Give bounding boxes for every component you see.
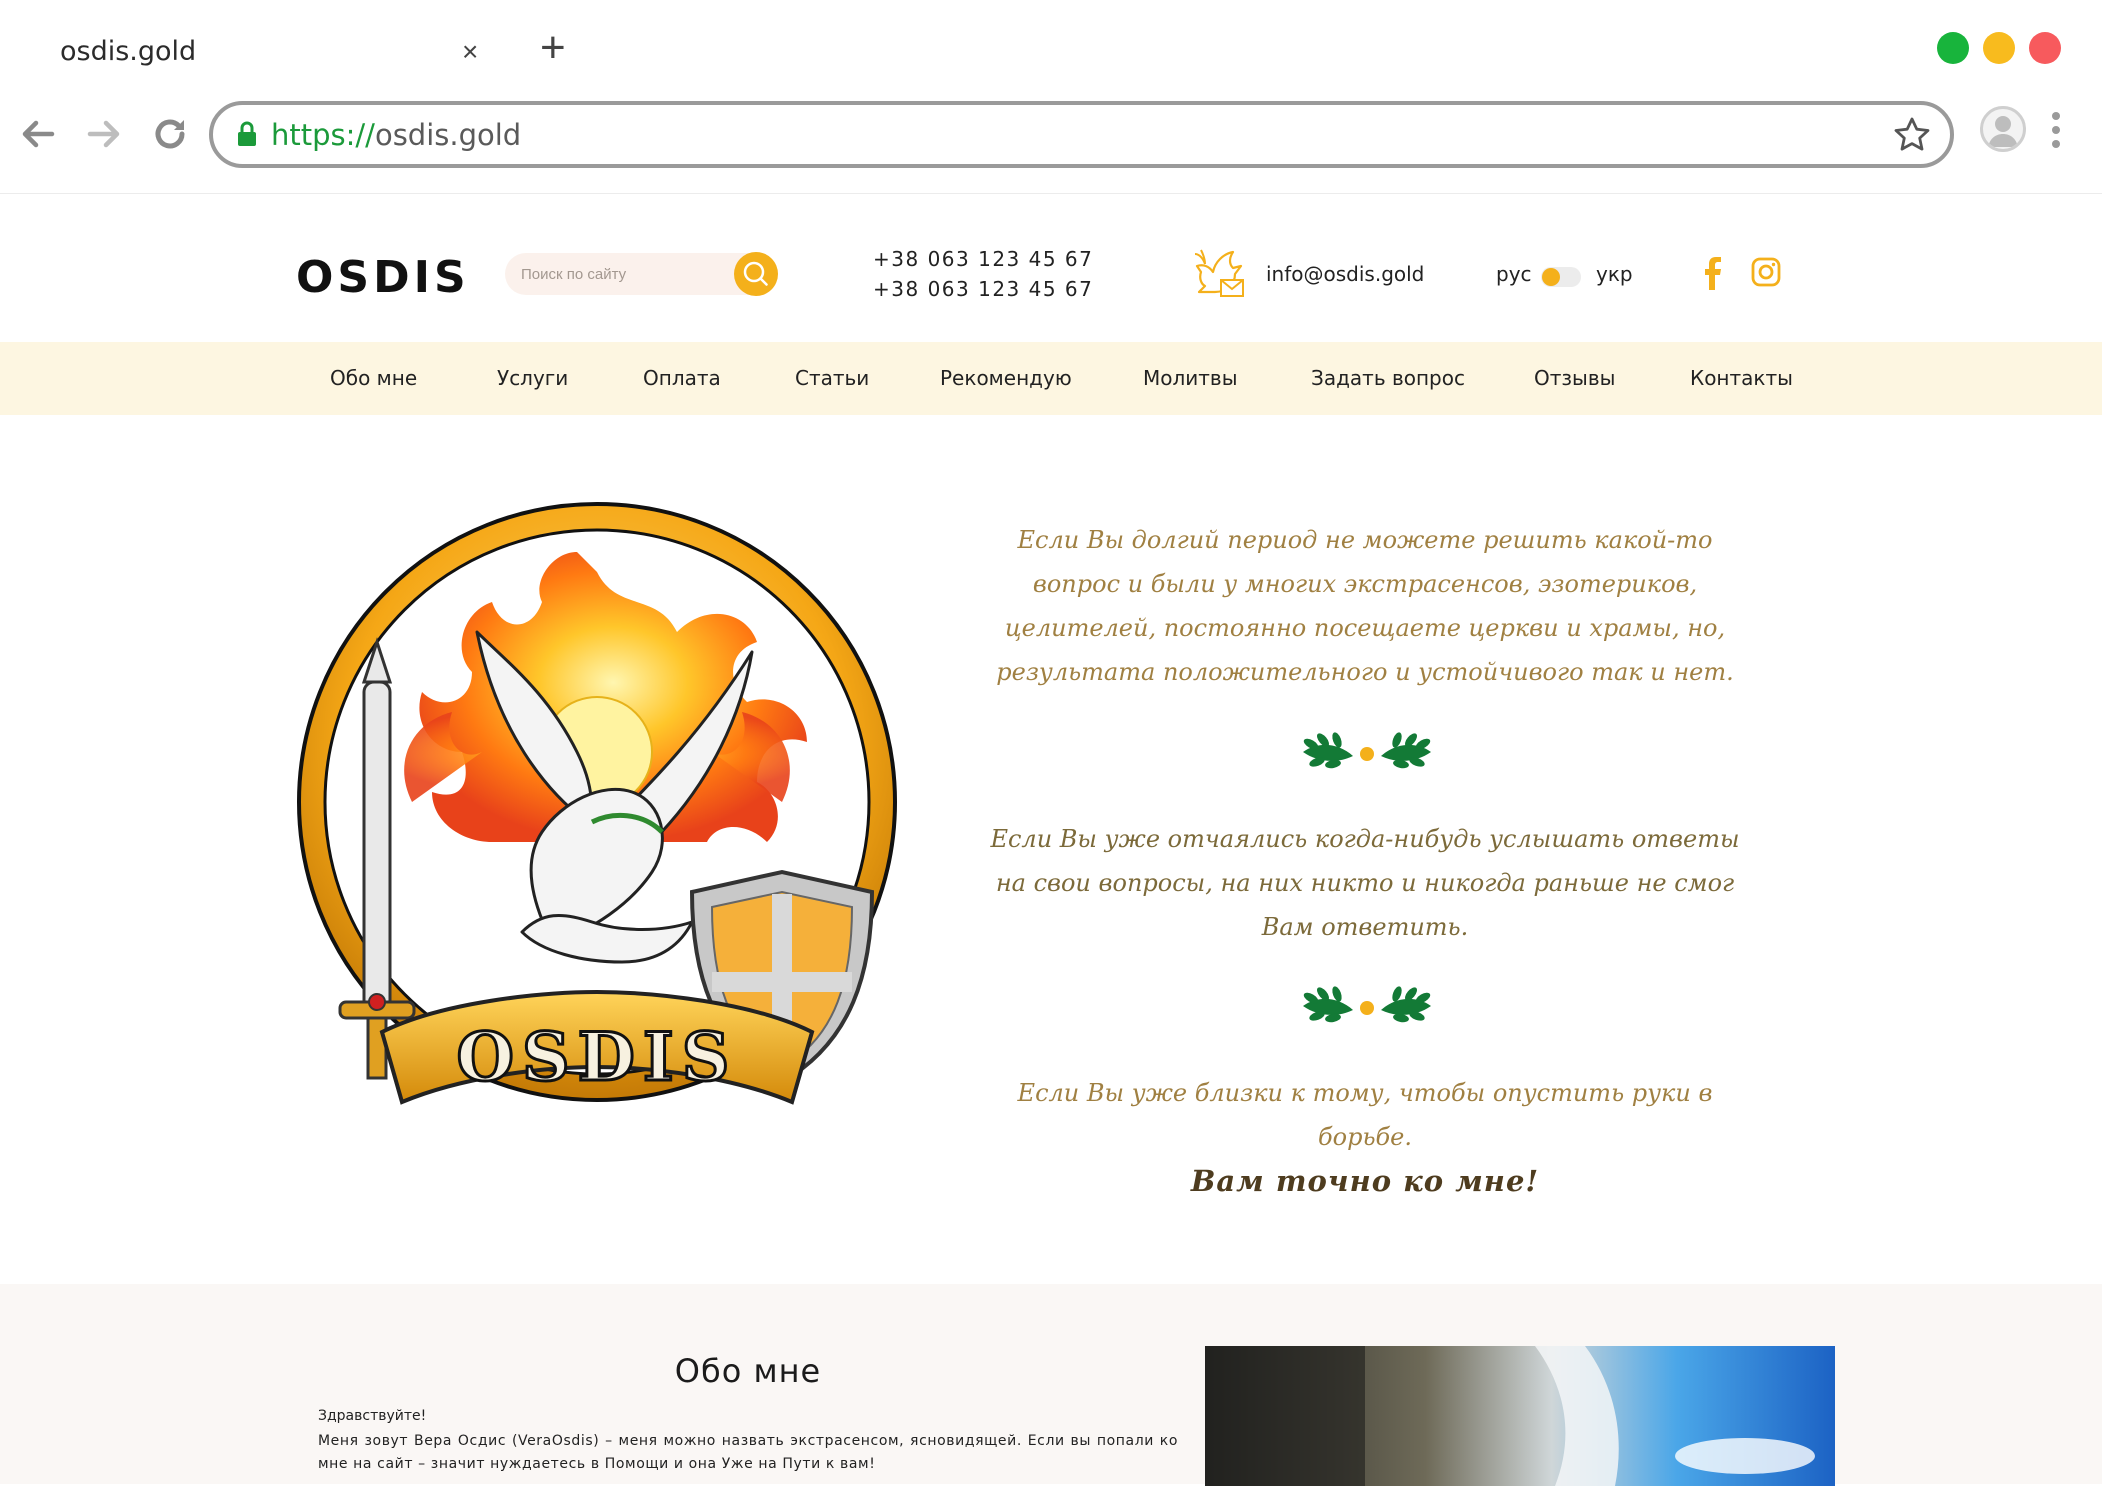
hero-paragraph-1: Если Вы долгий период не можете решить к…: [996, 526, 1734, 686]
hero-call-to-action: Вам точно ко мне!: [1190, 1164, 1540, 1198]
dove-mail-icon: [1194, 249, 1244, 297]
url-host: osdis.gold: [374, 118, 522, 152]
hero-paragraph-2: Если Вы уже отчаялись когда-нибудь услыш…: [990, 825, 1740, 941]
menu-item-reviews[interactable]: Отзывы: [1534, 366, 1615, 390]
profile-avatar-icon[interactable]: [1980, 106, 2026, 152]
window-close-button[interactable]: [2029, 32, 2061, 64]
phone-link[interactable]: +38 063 123 45 67: [873, 274, 1093, 304]
phone-link[interactable]: +38 063 123 45 67: [873, 244, 1093, 274]
menu-item-recommend[interactable]: Рекомендую: [940, 366, 1072, 390]
main-menu: Обо мне Услуги Оплата Статьи Рекомендую …: [0, 342, 2102, 415]
search-icon: [743, 261, 768, 286]
menu-item-about[interactable]: Обо мне: [330, 366, 417, 390]
url-protocol: https://: [271, 118, 375, 152]
lang-ru[interactable]: рус: [1496, 262, 1532, 286]
site-logo[interactable]: OSDIS: [296, 252, 470, 303]
tab-title[interactable]: osdis.gold: [60, 36, 196, 67]
lock-icon: [238, 121, 256, 146]
menu-item-prayers[interactable]: Молитвы: [1143, 366, 1238, 390]
instagram-icon[interactable]: [1750, 256, 1782, 288]
bookmark-star-icon[interactable]: [1892, 115, 1932, 155]
osdis-emblem: OSDIS: [297, 502, 897, 1105]
lang-uk[interactable]: укр: [1596, 262, 1633, 286]
about-greeting: Здравствуйте!: [318, 1408, 427, 1424]
menu-item-articles[interactable]: Статьи: [795, 366, 869, 390]
window-maximize-button[interactable]: [1937, 32, 1969, 64]
laurel-divider-icon: [1303, 732, 1431, 769]
hero-paragraph-3: Если Вы уже близки к тому, чтобы опустит…: [1017, 1079, 1713, 1151]
menu-item-payment[interactable]: Оплата: [643, 366, 721, 390]
email-link[interactable]: info@osdis.gold: [1266, 262, 1424, 286]
forward-arrow-icon[interactable]: [82, 112, 126, 156]
toggle-knob: [1542, 268, 1560, 286]
browser-menu-icon[interactable]: [2050, 112, 2062, 154]
search-button[interactable]: [734, 252, 778, 296]
about-title: Обо мне: [674, 1352, 822, 1390]
menu-item-services[interactable]: Услуги: [497, 366, 568, 390]
back-arrow-icon[interactable]: [16, 112, 60, 156]
browser-chrome: osdis.gold × + https://osdis.gold: [0, 0, 2102, 194]
reload-icon[interactable]: [148, 112, 192, 156]
phone-numbers: +38 063 123 45 67 +38 063 123 45 67: [873, 244, 1093, 304]
about-section: Обо мне Здравствуйте! Меня зовут Вера Ос…: [0, 1284, 2102, 1486]
about-photo: [1205, 1346, 1835, 1486]
facebook-icon[interactable]: [1700, 256, 1724, 290]
emblem-banner-text: OSDIS: [457, 1018, 738, 1096]
new-tab-button[interactable]: +: [540, 26, 566, 70]
about-text: Меня зовут Вера Осдис (VeraOsdis) – меня…: [318, 1433, 1178, 1472]
menu-item-contacts[interactable]: Контакты: [1690, 366, 1793, 390]
address-bar[interactable]: https://osdis.gold: [209, 101, 1954, 168]
site-search: [505, 252, 778, 296]
language-toggle[interactable]: [1541, 267, 1581, 287]
window-minimize-button[interactable]: [1983, 32, 2015, 64]
search-input[interactable]: [521, 253, 731, 295]
website: OSDIS +38 063 123 45 67 +38 063 123 45 6…: [0, 194, 2102, 1486]
tab-close-button[interactable]: ×: [462, 36, 478, 68]
menu-item-ask-question[interactable]: Задать вопрос: [1311, 366, 1465, 390]
laurel-divider-icon: [1303, 986, 1431, 1023]
url-text[interactable]: https://osdis.gold: [271, 118, 521, 152]
